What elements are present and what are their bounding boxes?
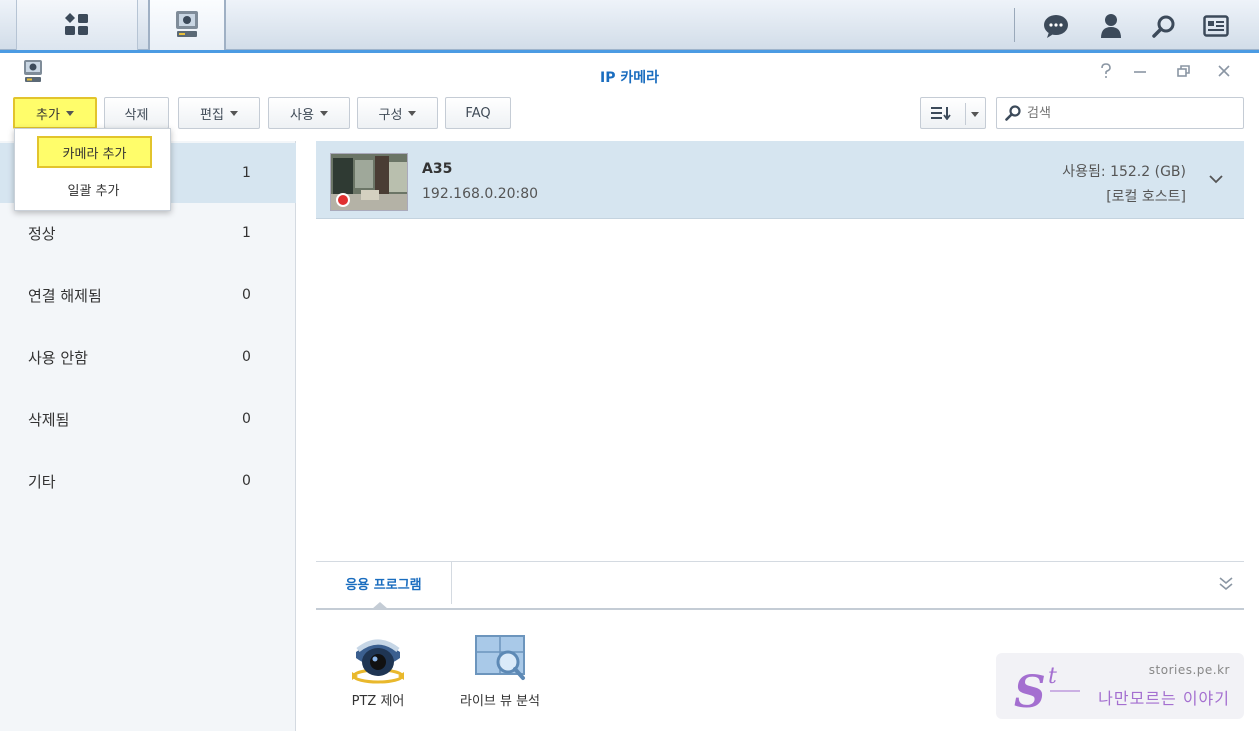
faq-button[interactable]: FAQ <box>445 97 511 129</box>
sidebar-item-count: 0 <box>242 287 251 303</box>
edit-button-label: 편집 <box>200 107 224 123</box>
sort-button[interactable] <box>920 97 986 129</box>
faq-button-label: FAQ <box>465 105 491 121</box>
chevron-down-icon <box>229 110 238 116</box>
chevron-down-icon[interactable] <box>1208 171 1224 187</box>
svg-text:t: t <box>1048 664 1057 689</box>
grid-menu-icon <box>65 13 88 35</box>
sidebar-item-label: 사용 안함 <box>28 348 88 367</box>
widgets-icon <box>1203 15 1229 37</box>
minimize-icon <box>1134 71 1146 73</box>
tab-applications[interactable]: 응용 프로그램 <box>316 562 452 604</box>
tab-applications-label: 응용 프로그램 <box>345 577 422 593</box>
sidebar-item-count: 0 <box>242 411 251 427</box>
camera-thumbnail <box>330 153 408 211</box>
search-icon <box>1152 15 1175 38</box>
search-icon <box>1005 105 1021 121</box>
sort-list-icon <box>931 107 951 120</box>
svg-text:S: S <box>1014 667 1046 715</box>
double-chevron-down-icon[interactable] <box>1218 576 1234 592</box>
use-button-label: 사용 <box>290 107 314 123</box>
sort-divider <box>965 103 966 125</box>
window-title: IP 카메라 <box>600 70 659 86</box>
config-button[interactable]: 구성 <box>357 97 438 129</box>
window-titlebar[interactable]: IP 카메라 <box>0 53 1259 91</box>
delete-button-label: 삭제 <box>124 107 149 123</box>
use-button[interactable]: 사용 <box>268 97 350 129</box>
app-ptz-control-label: PTZ 제어 <box>351 694 405 709</box>
sidebar-item-label: 정상 <box>28 224 56 243</box>
watermark-url: stories.pe.kr <box>1148 663 1230 677</box>
app-ptz-control[interactable]: PTZ 제어 <box>328 632 428 709</box>
help-button[interactable] <box>1096 63 1116 83</box>
close-icon <box>1218 65 1230 77</box>
camera-name: A35 <box>422 161 453 177</box>
camera-storage-usage: 사용됨: 152.2 (GB) <box>1062 164 1186 180</box>
sidebar-item-count: 1 <box>242 225 251 241</box>
minimize-button[interactable] <box>1130 63 1150 83</box>
user-icon <box>1101 14 1121 38</box>
delete-button[interactable]: 삭제 <box>104 97 169 129</box>
search-box[interactable] <box>996 97 1244 129</box>
sidebar: 1 정상 1 연결 해제됨 0 사용 안함 0 삭제됨 0 기타 0 <box>0 141 296 731</box>
camera-list-row[interactable]: A35 192.168.0.20:80 사용됨: 152.2 (GB) [로컬 … <box>316 141 1244 219</box>
sidebar-item-label: 연결 해제됨 <box>28 286 102 305</box>
sidebar-item-label: 기타 <box>28 472 56 491</box>
app-live-view-analytics-label: 라이브 뷰 분석 <box>459 694 541 709</box>
sidebar-item-count: 0 <box>242 349 251 365</box>
tab-underline <box>316 608 1244 610</box>
config-button-label: 구성 <box>378 107 403 123</box>
taskbar <box>0 0 1259 50</box>
user-button[interactable] <box>1097 12 1125 40</box>
chevron-down-icon <box>971 112 979 117</box>
app-live-view-analytics[interactable]: 라이브 뷰 분석 <box>450 632 550 709</box>
sidebar-item-label: 삭제됨 <box>28 410 70 429</box>
menu-item-batch-add[interactable]: 일괄 추가 <box>15 173 172 205</box>
taskbar-separator <box>1014 8 1015 42</box>
sidebar-item-normal[interactable]: 정상 1 <box>0 203 296 263</box>
camera-ip-address: 192.168.0.20:80 <box>422 186 539 202</box>
ip-camera-app-icon <box>176 11 198 37</box>
chat-button[interactable] <box>1042 12 1070 40</box>
sidebar-item-disabled[interactable]: 사용 안함 0 <box>0 327 296 387</box>
chevron-down-icon <box>408 110 417 116</box>
global-search-button[interactable] <box>1150 12 1178 40</box>
sidebar-item-disconnected[interactable]: 연결 해제됨 0 <box>0 265 296 325</box>
tab-pointer <box>372 602 388 609</box>
main-menu-button[interactable] <box>16 0 138 50</box>
edit-button[interactable]: 편집 <box>178 97 260 129</box>
ip-camera-taskbar-button[interactable] <box>148 0 226 50</box>
restore-button[interactable] <box>1174 63 1194 83</box>
close-button[interactable] <box>1214 63 1234 83</box>
camera-host: [로컬 호스트] <box>1106 189 1186 205</box>
camera-snapshot-image <box>331 154 407 210</box>
st-logo-icon: S t <box>1014 664 1080 715</box>
add-button-label: 추가 <box>36 107 60 123</box>
help-icon <box>1101 63 1111 78</box>
watermark-text: 나만모르는 이야기 <box>1098 689 1230 708</box>
recording-indicator <box>338 195 348 205</box>
sidebar-item-other[interactable]: 기타 0 <box>0 451 296 511</box>
ptz-camera-icon <box>352 639 404 684</box>
restore-icon <box>1177 65 1190 77</box>
chevron-down-icon <box>65 110 74 116</box>
live-view-analytics-icon <box>475 635 525 680</box>
sidebar-item-deleted[interactable]: 삭제됨 0 <box>0 389 296 449</box>
watermark: S t stories.pe.kr 나만모르는 이야기 <box>996 653 1244 719</box>
menu-item-add-camera[interactable]: 카메라 추가 <box>37 136 152 168</box>
sidebar-item-count: 1 <box>242 165 251 181</box>
sidebar-item-count: 0 <box>242 473 251 489</box>
add-button[interactable]: 추가 <box>13 97 97 129</box>
chat-icon <box>1044 15 1068 38</box>
ip-camera-window: IP 카메라 추가 삭제 편집 사용 구성 FAQ 검색 1 정상 1 연결 해… <box>0 50 1259 731</box>
chevron-down-icon <box>319 110 328 116</box>
search-input[interactable] <box>1027 105 1227 121</box>
widgets-button[interactable] <box>1202 12 1230 40</box>
add-dropdown-menu: 카메라 추가 일괄 추가 <box>14 128 171 211</box>
